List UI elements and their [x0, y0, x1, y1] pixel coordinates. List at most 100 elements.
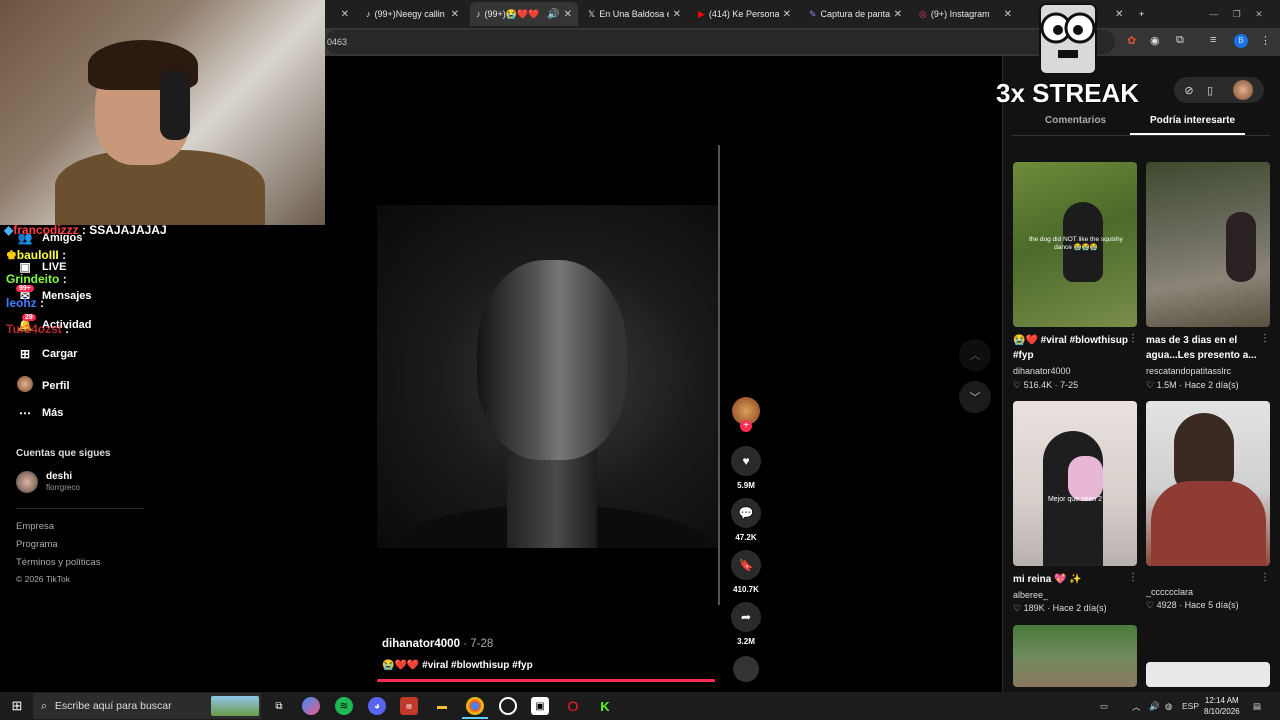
card-title[interactable]: 😭❤️ #viral #blowthisup #fyp: [1013, 333, 1131, 363]
window-controls: — ❐ ✕: [1196, 2, 1276, 26]
video-thumbnail[interactable]: [1146, 401, 1270, 566]
close-icon[interactable]: ✕: [564, 9, 572, 20]
playlist-icon[interactable]: ≡: [1210, 34, 1216, 46]
chevron-up-icon: ︿: [969, 350, 981, 362]
opera-icon[interactable]: O: [564, 697, 582, 715]
speaker-icon[interactable]: 🔊: [547, 9, 559, 20]
card-title[interactable]: mi reina 💖 ✨: [1013, 572, 1131, 587]
video-thumbnail[interactable]: [1146, 662, 1270, 687]
sidebar-item-cargar[interactable]: ⊞ Cargar: [16, 347, 78, 361]
more-options-icon[interactable]: ⋮: [1128, 333, 1138, 344]
folder-icon[interactable]: ▬: [433, 697, 451, 715]
browser-tab[interactable]: ◎ (9+) Instagram ✕: [913, 2, 1018, 26]
obs-icon[interactable]: [499, 697, 517, 715]
avatar-icon: [16, 376, 34, 395]
extension-icon[interactable]: ✿: [1127, 34, 1136, 47]
minimize-icon[interactable]: —: [1209, 9, 1218, 19]
close-icon[interactable]: ✕: [1004, 9, 1012, 20]
kebab-menu-icon[interactable]: ⋮: [1260, 34, 1271, 47]
video-thumbnail[interactable]: Mejor que seen 2: [1013, 401, 1137, 566]
tab-comments[interactable]: Comentarios: [1045, 115, 1106, 126]
tab-recommended[interactable]: Podría interesarte: [1150, 115, 1235, 126]
like-button[interactable]: ♥: [731, 446, 761, 476]
restore-icon[interactable]: ❐: [1233, 9, 1241, 20]
card-meta: ♡ 4928 · Hace 5 día(s): [1146, 600, 1239, 610]
video-author[interactable]: dihanator4000 · 7-28: [382, 638, 493, 650]
browser-tab[interactable]: ♪ (99+)Neegy callin ✕: [360, 2, 465, 26]
thumbnail-overlay-text: the dog did NOT like the squishy dance 😭…: [1029, 236, 1123, 251]
sidebar-item-mas[interactable]: ⋯ Más: [16, 406, 63, 420]
taskbar-clock[interactable]: 12:14 AM 8/10/2026: [1204, 695, 1240, 717]
close-icon[interactable]: ✕: [894, 9, 902, 20]
kick-icon[interactable]: K: [596, 697, 614, 715]
card-author[interactable]: alberee_: [1013, 590, 1048, 600]
discord-icon[interactable]: ◕: [368, 697, 386, 715]
save-count: 410.7K: [733, 585, 759, 594]
follow-plus-icon[interactable]: +: [740, 420, 752, 432]
close-icon[interactable]: ✕: [1115, 9, 1123, 20]
neck-shape: [507, 445, 597, 548]
browser-tab[interactable]: 𝕏 En Una Baldosa e ✕: [582, 2, 687, 26]
close-window-icon[interactable]: ✕: [1255, 9, 1263, 20]
video-thumbnail[interactable]: [1013, 625, 1137, 687]
footer-link[interactable]: Programa: [16, 539, 58, 550]
chrome-icon[interactable]: ◉: [1150, 34, 1160, 47]
card-title[interactable]: mas de 3 dias en el agua...Les presento …: [1146, 333, 1264, 363]
close-icon[interactable]: ✕: [451, 9, 459, 20]
notifications-icon[interactable]: ▤: [1253, 701, 1261, 712]
share-button[interactable]: ➦: [731, 602, 761, 632]
close-icon[interactable]: ✕: [673, 9, 681, 20]
volume-icon[interactable]: 🔊: [1149, 701, 1160, 712]
badge-icon: ◆: [4, 223, 14, 237]
comment-button[interactable]: 💬: [731, 498, 761, 528]
sidebar-item-perfil[interactable]: Perfil: [16, 376, 70, 395]
windows-start-icon[interactable]: ⊞: [8, 697, 26, 715]
capcut-icon[interactable]: ▣: [531, 697, 549, 715]
task-view-icon[interactable]: ⧉: [270, 697, 288, 715]
browser-tab-active[interactable]: ♪ (99+)😭❤️❤️ 🔊 ✕: [470, 2, 578, 26]
close-icon[interactable]: ✕: [341, 9, 349, 20]
browser-tab[interactable]: ▶ (414) Ke Personaj ✕: [692, 2, 797, 26]
close-icon[interactable]: ✕: [783, 9, 791, 20]
save-button[interactable]: 🔖: [731, 550, 761, 580]
following-avatar[interactable]: [16, 471, 38, 493]
footer-link[interactable]: Términos y políticas: [16, 557, 100, 568]
music-disc-icon[interactable]: [733, 656, 759, 682]
headset-shape: [160, 70, 190, 140]
more-options-icon[interactable]: ⋮: [1128, 572, 1138, 583]
taskbar-search[interactable]: ⌕ Escribe aquí para buscar: [33, 693, 261, 719]
browser-tab[interactable]: ✕: [1105, 2, 1129, 26]
address-bar[interactable]: 0463: [325, 30, 1115, 54]
card-author[interactable]: _cccccclara: [1146, 587, 1193, 597]
video-thumbnail[interactable]: [1146, 162, 1270, 327]
more-options-icon[interactable]: ⋮: [1260, 333, 1270, 344]
user-avatar[interactable]: [1233, 80, 1253, 100]
spotify-icon[interactable]: ≋: [335, 697, 353, 715]
video-frame[interactable]: [377, 205, 720, 548]
profile-avatar[interactable]: B: [1234, 34, 1248, 48]
chrome-taskbar-icon[interactable]: [466, 697, 484, 715]
browser-tab[interactable]: ✕: [325, 2, 355, 26]
previous-video-button[interactable]: ︿: [959, 339, 991, 371]
card-author[interactable]: dihanator4000: [1013, 366, 1071, 376]
video-thumbnail[interactable]: the dog did NOT like the squishy dance 😭…: [1013, 162, 1137, 327]
app-icon[interactable]: ▤: [400, 697, 418, 715]
next-video-button[interactable]: ﹀: [959, 381, 991, 413]
copyright: © 2026 TikTok: [16, 574, 70, 584]
phone-icon[interactable]: ▯: [1198, 78, 1222, 102]
following-name[interactable]: deshi: [46, 471, 72, 482]
card-author[interactable]: rescatandopatitasslrc: [1146, 366, 1231, 376]
chevron-up-icon[interactable]: ︿: [1132, 701, 1141, 713]
plus-square-icon: ⊞: [19, 347, 31, 361]
puzzle-icon[interactable]: ⧉: [1176, 34, 1184, 47]
new-tab-button[interactable]: +: [1133, 2, 1153, 26]
network-icon[interactable]: ◍: [1165, 701, 1172, 712]
x-logo-icon: 𝕏: [588, 8, 596, 19]
browser-tab[interactable]: ✎ Captura de pantal ✕: [803, 2, 908, 26]
tray-icon[interactable]: ▭: [1100, 701, 1108, 712]
video-progress-bar[interactable]: [377, 679, 715, 682]
copilot-icon[interactable]: [302, 697, 320, 715]
more-options-icon[interactable]: ⋮: [1260, 572, 1270, 583]
footer-link[interactable]: Empresa: [16, 521, 54, 532]
language-indicator[interactable]: ESP: [1182, 701, 1199, 711]
